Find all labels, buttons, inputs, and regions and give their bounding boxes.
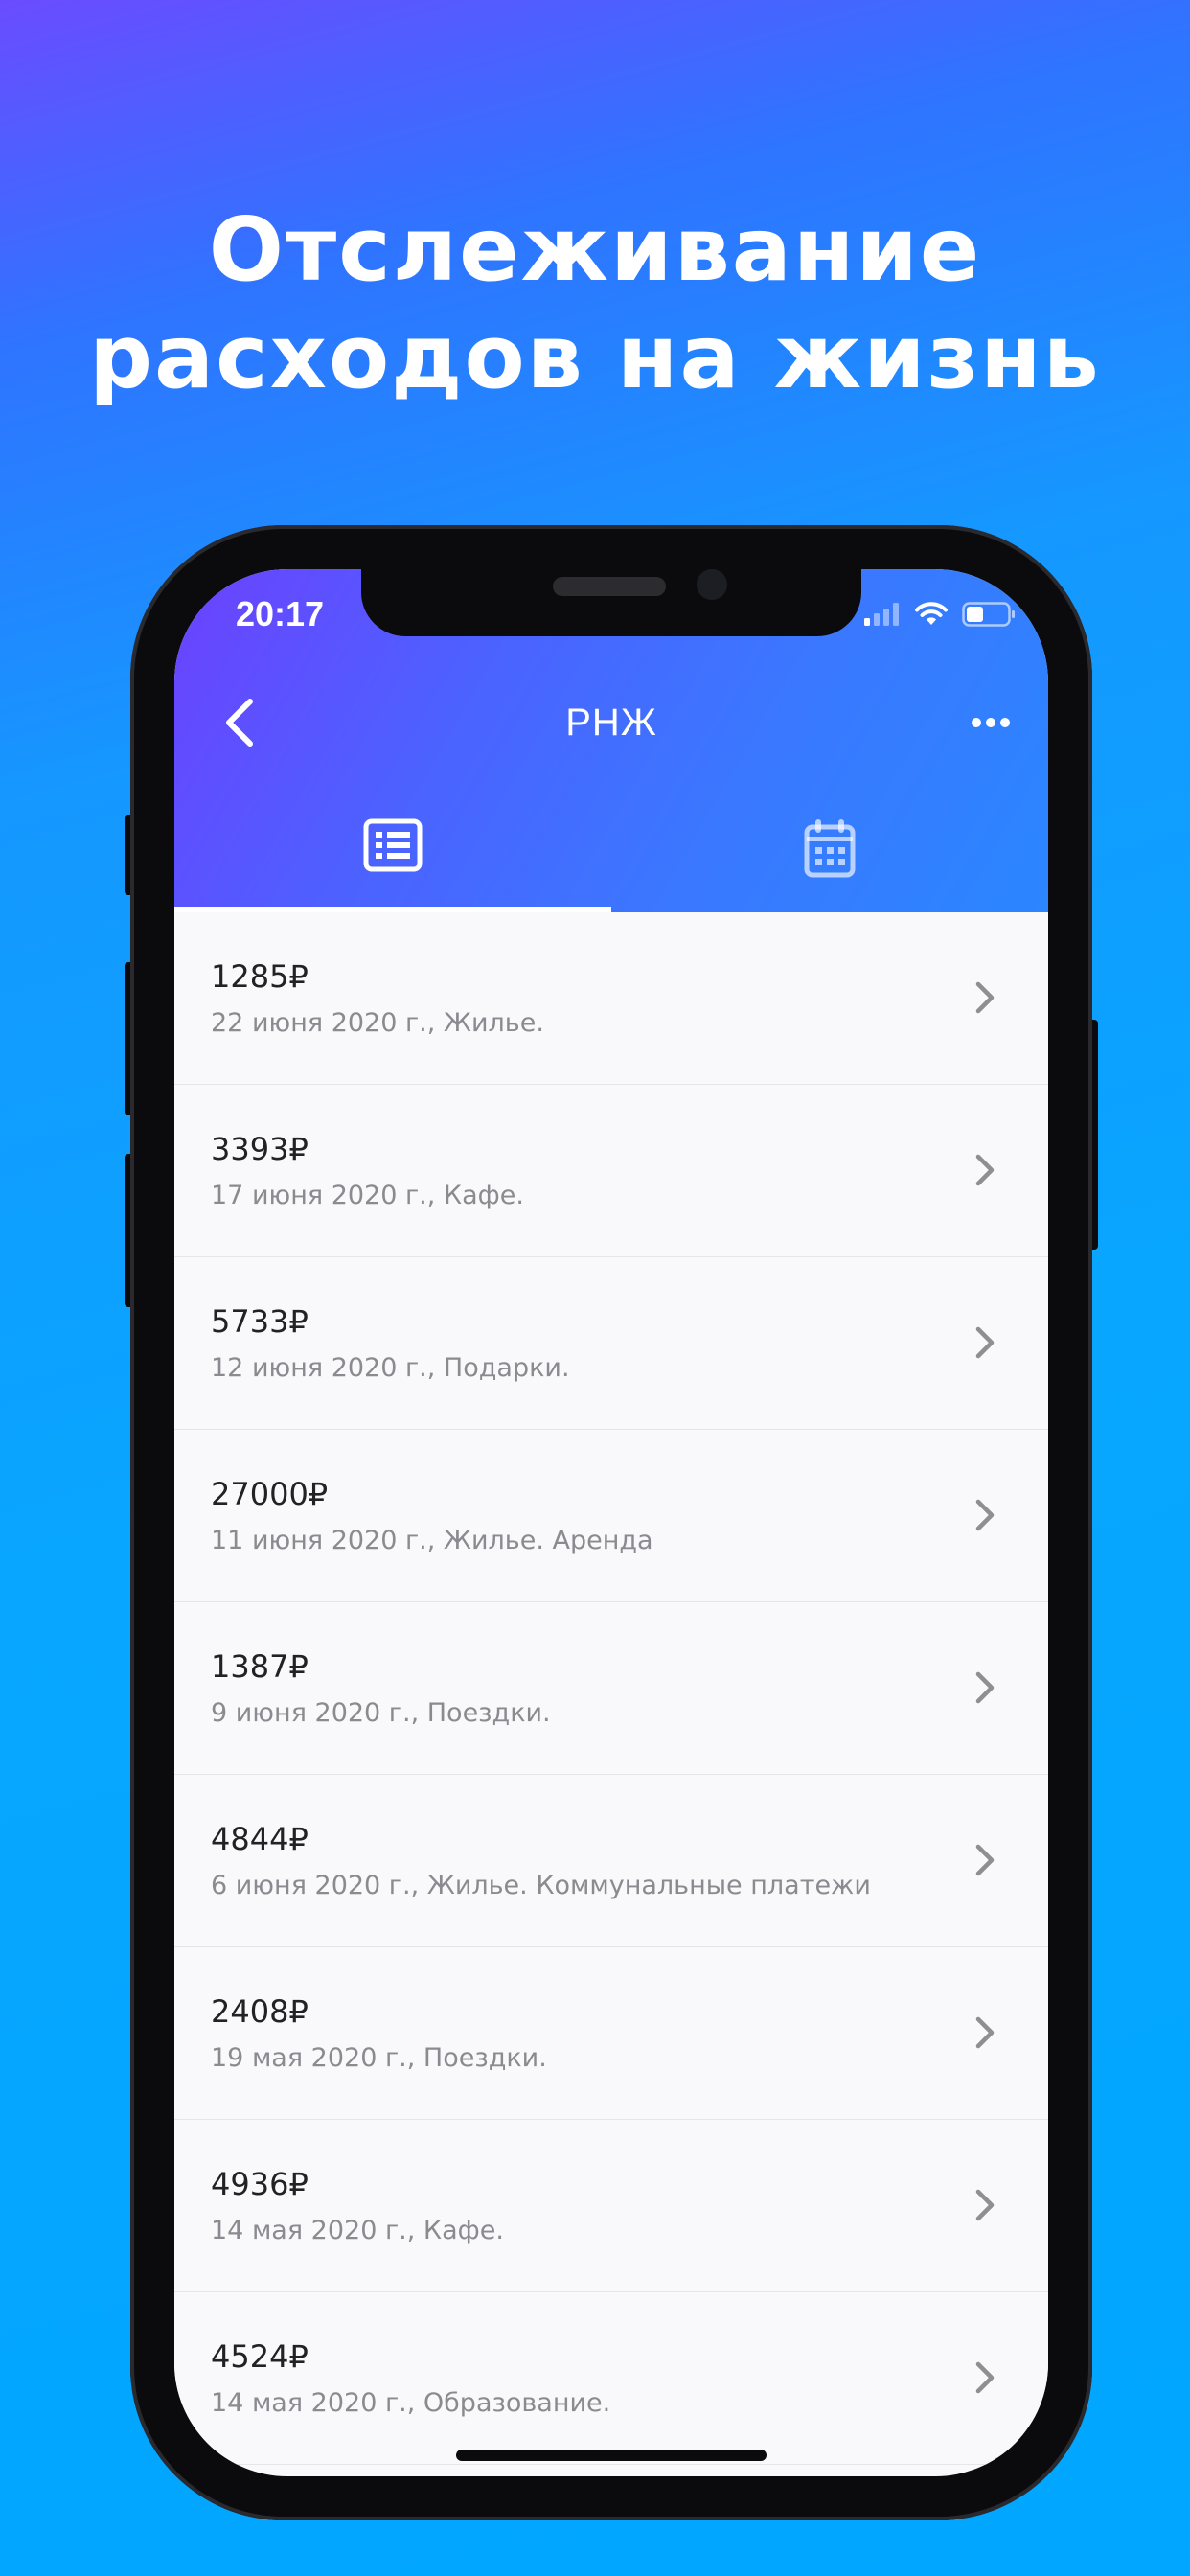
- chevron-right-icon: [975, 2189, 995, 2221]
- expense-details: 12 июня 2020 г., Подарки.: [211, 1353, 570, 1383]
- cellular-signal-icon: [864, 603, 899, 626]
- expense-amount: 4936₽: [211, 2166, 309, 2202]
- list-icon: [363, 818, 423, 872]
- speaker-grille: [553, 577, 666, 596]
- home-indicator[interactable]: [456, 2450, 767, 2461]
- expense-details: 22 июня 2020 г., Жилье.: [211, 1008, 544, 1038]
- phone-notch: [361, 569, 861, 636]
- expense-row[interactable]: 5733₽ 12 июня 2020 г., Подарки.: [174, 1257, 1048, 1430]
- more-options-button[interactable]: [962, 703, 1019, 742]
- expense-row[interactable]: 4844₽ 6 июня 2020 г., Жилье. Коммунальны…: [174, 1775, 1048, 1947]
- expense-amount: 4524₽: [211, 2338, 309, 2375]
- chevron-right-icon: [975, 1844, 995, 1876]
- expense-row[interactable]: 1387₽ 9 июня 2020 г., Поездки.: [174, 1602, 1048, 1775]
- expense-row[interactable]: 27000₽ 11 июня 2020 г., Жилье. Аренда: [174, 1430, 1048, 1602]
- status-time: 20:17: [236, 594, 325, 633]
- nav-bar: РНЖ: [174, 675, 1048, 770]
- battery-icon: [962, 602, 1015, 627]
- promo-headline: Отслеживание расходов на жизнь: [0, 196, 1190, 411]
- chevron-right-icon: [975, 1499, 995, 1531]
- chevron-right-icon: [975, 2016, 995, 2049]
- expense-row[interactable]: 4524₽ 14 мая 2020 г., Образование.: [174, 2292, 1048, 2465]
- expense-details: 6 июня 2020 г., Жилье. Коммунальные плат…: [211, 1871, 871, 1900]
- chevron-right-icon: [975, 1154, 995, 1186]
- ellipsis-icon: [972, 718, 1010, 727]
- expense-row[interactable]: 2408₽ 19 мая 2020 г., Поездки.: [174, 1947, 1048, 2120]
- expense-details: 9 июня 2020 г., Поездки.: [211, 1698, 551, 1728]
- chevron-right-icon: [975, 1326, 995, 1359]
- expense-row[interactable]: 3393₽ 17 июня 2020 г., Кафе.: [174, 1085, 1048, 1257]
- expense-amount: 27000₽: [211, 1476, 329, 1512]
- expense-row[interactable]: 1285₽ 22 июня 2020 г., Жилье.: [174, 912, 1048, 1085]
- status-icons: [864, 602, 1016, 627]
- chevron-right-icon: [975, 981, 995, 1014]
- view-tabs: [174, 799, 1048, 912]
- tab-list[interactable]: [174, 799, 611, 912]
- expense-amount: 5733₽: [211, 1303, 309, 1340]
- calendar-icon: [804, 819, 856, 878]
- expense-details: 14 мая 2020 г., Образование.: [211, 2388, 611, 2418]
- expense-amount: 1387₽: [211, 1648, 309, 1685]
- expense-amount: 1285₽: [211, 958, 309, 995]
- wifi-icon: [915, 602, 948, 625]
- expense-row[interactable]: 4936₽ 14 мая 2020 г., Кафе.: [174, 2120, 1048, 2292]
- promo-line-1: Отслеживание: [208, 198, 982, 301]
- tab-calendar[interactable]: [611, 799, 1048, 912]
- expense-details: 19 мая 2020 г., Поездки.: [211, 2043, 547, 2073]
- expense-amount: 3393₽: [211, 1131, 309, 1167]
- promo-line-2: расходов на жизнь: [89, 306, 1101, 408]
- expense-amount: 4844₽: [211, 1821, 309, 1857]
- expense-details: 14 мая 2020 г., Кафе.: [211, 2216, 504, 2245]
- expense-list: 1285₽ 22 июня 2020 г., Жилье. 3393₽ 17 и…: [174, 912, 1048, 2465]
- page-title: РНЖ: [565, 702, 657, 744]
- expense-details: 17 июня 2020 г., Кафе.: [211, 1181, 524, 1210]
- phone-screen: 20:17 РНЖ 1285₽ 22 июня 2020 г., Жилье. …: [174, 569, 1048, 2476]
- front-camera: [697, 569, 727, 600]
- expense-details: 11 июня 2020 г., Жилье. Аренда: [211, 1526, 653, 1555]
- expense-amount: 2408₽: [211, 1993, 309, 2030]
- app-header: 20:17 РНЖ: [174, 569, 1048, 912]
- chevron-right-icon: [975, 2361, 995, 2394]
- chevron-right-icon: [975, 1671, 995, 1704]
